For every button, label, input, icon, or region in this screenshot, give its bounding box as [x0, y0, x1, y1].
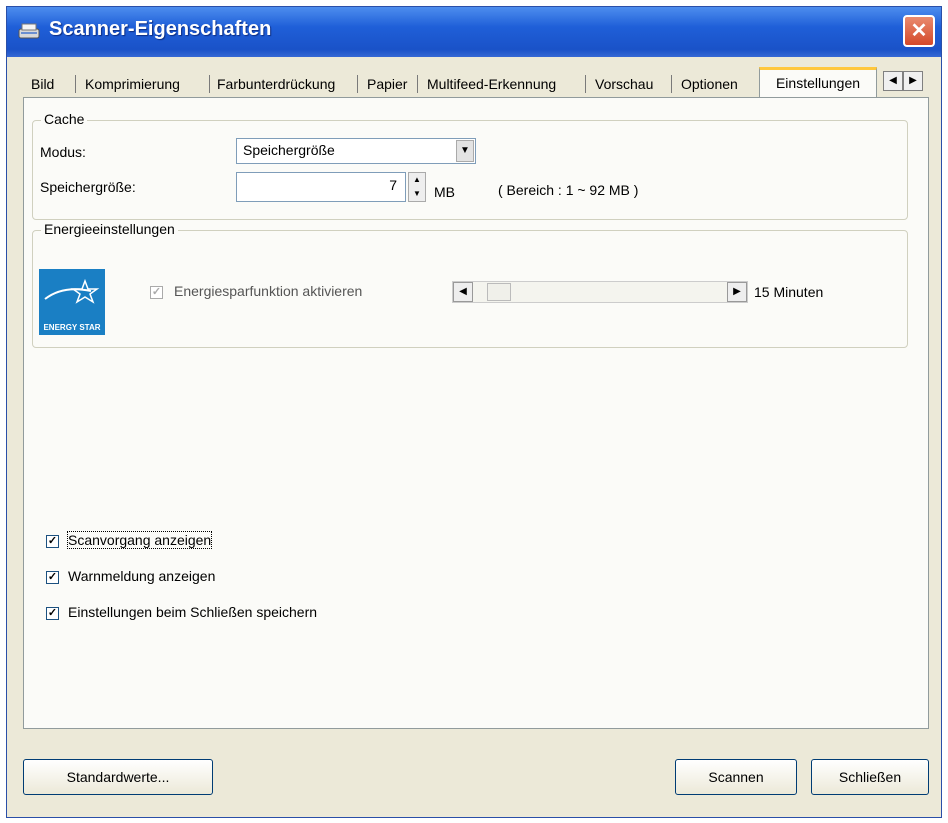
- cache-group: Cache: [32, 111, 908, 220]
- dialog-window: Scanner-Eigenschaften ✕ Bild Komprimieru…: [6, 6, 942, 818]
- save-on-close-label: Einstellungen beim Schließen speichern: [68, 604, 318, 620]
- energy-star-logo: ENERGY STAR: [39, 269, 105, 335]
- tab-scroll-right-icon[interactable]: ▶: [903, 71, 923, 91]
- warning-checkbox[interactable]: ✓: [46, 571, 59, 584]
- title-bar[interactable]: Scanner-Eigenschaften ✕: [7, 7, 941, 57]
- tab-separator: [585, 75, 586, 93]
- cache-group-title: Cache: [41, 111, 88, 127]
- tab-einstellungen[interactable]: Einstellungen: [759, 67, 877, 97]
- tab-multifeed-erkennung[interactable]: Multifeed-Erkennung: [423, 71, 560, 97]
- speichergroesse-label: Speichergröße:: [40, 179, 136, 195]
- energy-save-label: Energiesparfunktion aktivieren: [174, 283, 363, 299]
- modus-value: Speichergröße: [243, 142, 335, 158]
- window-title: Scanner-Eigenschaften: [49, 18, 272, 40]
- tab-separator: [671, 75, 672, 93]
- spin-up-icon[interactable]: ▲: [409, 173, 425, 187]
- save-on-close-checkbox[interactable]: ✓: [46, 607, 59, 620]
- tab-separator: [209, 75, 210, 93]
- tab-scroll-left-icon[interactable]: ◀: [883, 71, 903, 91]
- modus-label: Modus:: [40, 144, 86, 160]
- tab-bild[interactable]: Bild: [27, 71, 58, 97]
- tab-separator: [417, 75, 418, 93]
- tab-komprimierung[interactable]: Komprimierung: [81, 71, 184, 97]
- speichergroesse-value: 7: [389, 177, 397, 193]
- close-button[interactable]: Schließen: [811, 759, 929, 795]
- unit-label: MB: [434, 184, 455, 200]
- scan-progress-label: Scanvorgang anzeigen: [66, 531, 213, 549]
- tab-separator: [75, 75, 76, 93]
- tab-farbunterdrueckung[interactable]: Farbunterdrückung: [213, 71, 339, 97]
- scroll-left-icon[interactable]: ◀: [453, 282, 473, 302]
- close-window-button[interactable]: ✕: [903, 15, 935, 47]
- scan-progress-checkbox[interactable]: ✓: [46, 535, 59, 548]
- defaults-button[interactable]: Standardwerte...: [23, 759, 213, 795]
- energy-star-text: ENERGY STAR: [43, 323, 101, 332]
- star-icon: [44, 278, 100, 304]
- slider-thumb[interactable]: [487, 283, 511, 301]
- modus-select[interactable]: Speichergröße ▼: [236, 138, 476, 164]
- sleep-time-value: 15 Minuten: [754, 284, 824, 300]
- tab-papier[interactable]: Papier: [363, 71, 411, 97]
- speichergroesse-input[interactable]: 7: [236, 172, 406, 202]
- range-label: ( Bereich : 1 ~ 92 MB ): [498, 182, 639, 198]
- chevron-down-icon[interactable]: ▼: [456, 140, 474, 162]
- settings-panel: Cache Modus: Speichergröße ▼ Speichergrö…: [23, 97, 929, 729]
- tab-separator: [357, 75, 358, 93]
- scanner-icon: [18, 23, 40, 39]
- sleep-time-slider[interactable]: ◀ ▶: [452, 281, 748, 303]
- tab-optionen[interactable]: Optionen: [677, 71, 742, 97]
- tab-bar: Bild Komprimierung Farbunterdrückung Pap…: [23, 67, 929, 97]
- tab-vorschau[interactable]: Vorschau: [591, 71, 657, 97]
- energy-save-checkbox[interactable]: ✓: [150, 286, 163, 299]
- speichergroesse-stepper[interactable]: ▲ ▼: [408, 172, 426, 202]
- scan-button[interactable]: Scannen: [675, 759, 797, 795]
- spin-down-icon[interactable]: ▼: [409, 187, 425, 201]
- energy-group-title: Energieeinstellungen: [41, 221, 178, 237]
- scroll-right-icon[interactable]: ▶: [727, 282, 747, 302]
- warning-label: Warnmeldung anzeigen: [68, 568, 216, 584]
